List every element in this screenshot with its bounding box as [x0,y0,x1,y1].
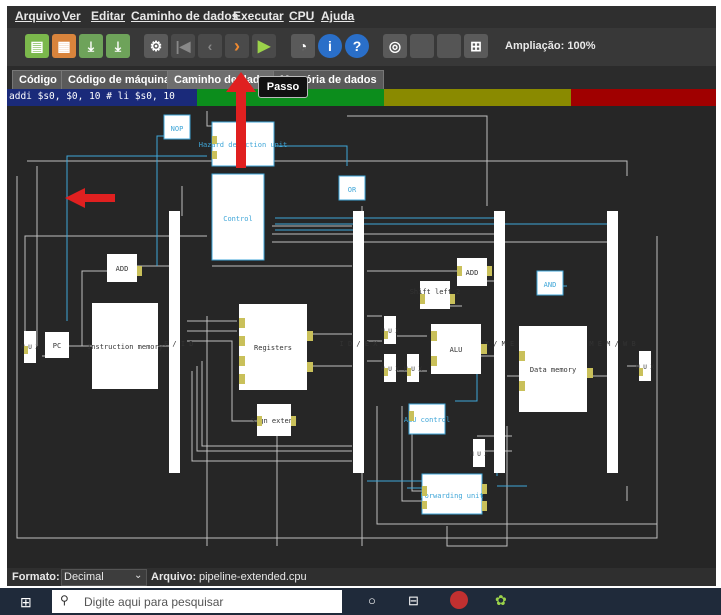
unit-icon[interactable]: ◎ [383,34,407,58]
search-placeholder: Digite aqui para pesquisar [84,595,224,609]
mux-writeback-label: M U X [636,364,654,371]
or-label: OR [348,186,357,194]
search-icon: ⚲ [60,593,69,607]
help-icon[interactable]: ? [345,34,369,58]
datapath-canvas: I F / I D I D / E X E X / M E M M E M / … [7,106,716,568]
task-view-icon[interactable]: ○ [368,593,376,608]
app2-icon[interactable]: ✿ [495,592,507,609]
left-arrow-annotation [65,188,115,208]
menu-cpu[interactable]: CPU [289,9,314,23]
menu-ver[interactable]: Ver [62,9,81,23]
open-icon[interactable]: ▦ [52,34,76,58]
format-value: Decimal [64,571,104,583]
chevron-down-icon: ⌄ [134,570,143,581]
tab-codigo[interactable]: Código [12,70,64,89]
clock-icon[interactable]: ◔ [291,34,315,58]
nop-label: NOP [171,125,184,133]
back-step-icon[interactable]: ‹ [198,34,222,58]
menu-caminho-de-dados[interactable]: Caminho de dados [131,9,238,23]
data-memory-label: Data memory [530,366,576,374]
format-label: Formato: [12,571,60,583]
control-label: Control [223,215,253,223]
settings-icon[interactable]: ⚙ [144,34,168,58]
stop2-icon[interactable] [437,34,461,58]
menu-arquivo[interactable]: Arquivo [15,9,60,23]
step-icon[interactable]: › [225,34,249,58]
menu-editar[interactable]: Editar [91,9,125,23]
id-ex-label: I D / E X [340,340,379,348]
mem-wb-label: M E M / W B [589,340,635,348]
format-select[interactable]: Decimal ⌄ [61,569,147,586]
new-icon[interactable]: ▤ [25,34,49,58]
alu-label: ALU [450,346,463,354]
and-label: AND [544,281,557,289]
stage-ex [384,89,571,106]
menu-executar[interactable]: Executar [233,9,284,23]
file-label: Arquivo: [151,571,197,583]
widgets-icon[interactable]: ⊟ [408,593,419,609]
restart-icon[interactable]: |◀ [171,34,195,58]
app-window: Arquivo Ver Editar Caminho de dados Exec… [7,6,716,586]
up-arrow-annotation [226,72,256,168]
current-instruction: addi $s0, $0, 10 # li $s0, 10 [9,91,175,102]
save-as-icon[interactable]: ⤓ [106,34,130,58]
pc-adder-label: ADD [116,265,129,273]
status-bar: Formato: Decimal ⌄ Arquivo: pipeline-ext… [7,568,716,586]
toolbar: ▤ ▦ ⤓ ⤓ ⚙ |◀ ‹ › ▶ ◔ i ? ◎ ⊞ Ampliação: … [7,28,716,66]
run-icon[interactable]: ▶ [252,34,276,58]
instruction-memory-label: Instruction memory [87,343,163,351]
mux-alu-b-label: M U X [381,366,399,373]
forwarding-label: Forwarding unit [420,492,483,500]
mux-pc-label: M U X [21,344,39,351]
step-tooltip: Passo [258,76,308,98]
zoom-label: Ampliação: 100% [505,40,596,52]
tab-bar: Código Código de máquina Caminho de dado… [7,68,716,90]
tab-codigo-maquina[interactable]: Código de máquina [61,70,178,89]
mux-regdst-label: M U X [470,451,488,458]
fit-icon[interactable]: ⊞ [464,34,488,58]
mux-alu-a-label: M U X [381,328,399,335]
app-icon[interactable] [450,591,468,609]
windows-icon[interactable]: ⊞ [20,594,32,611]
stage-mem [571,89,716,106]
mux-alu-src-label: M U X [404,366,422,373]
taskbar-search[interactable]: ⚲ Digite aqui para pesquisar [52,590,342,613]
file-value: pipeline-extended.cpu [199,571,307,583]
pipeline-stage-bar: addi $s0, $0, 10 # li $s0, 10 [7,89,716,106]
menu-bar: Arquivo Ver Editar Caminho de dados Exec… [7,6,716,28]
branch-adder-label: ADD [466,269,479,277]
info-icon[interactable]: i [318,34,342,58]
registers-label: Registers [254,344,292,352]
stop-icon[interactable] [410,34,434,58]
menu-ajuda[interactable]: Ajuda [321,9,354,23]
save-icon[interactable]: ⤓ [79,34,103,58]
pc-label: PC [53,342,61,350]
taskbar: ⊞ ⚲ Digite aqui para pesquisar ○ ⊟ ✿ [0,588,721,615]
